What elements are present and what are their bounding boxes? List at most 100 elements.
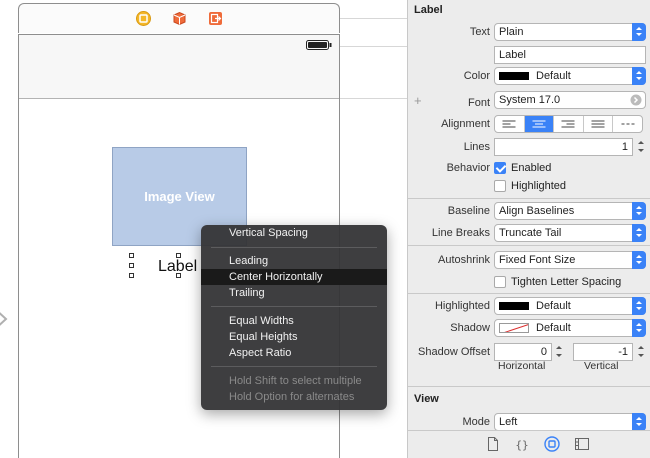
resize-handle[interactable]: [129, 253, 134, 258]
color-popup[interactable]: Default: [494, 67, 646, 85]
storyboard-canvas[interactable]: Image View Label Vertical Spacing Leadin…: [0, 0, 407, 458]
menu-item-vertical-spacing[interactable]: Vertical Spacing: [201, 225, 387, 241]
first-responder-icon[interactable]: [172, 11, 187, 26]
shadow-property-label: Shadow: [450, 322, 490, 334]
highlighted-color-value: Default: [536, 300, 571, 312]
image-view-caption: Image View: [144, 189, 215, 204]
menu-item-equal-heights[interactable]: Equal Heights: [201, 329, 387, 345]
text-property-label: Text: [469, 26, 490, 38]
constraint-context-menu: Vertical Spacing Leading Center Horizont…: [201, 225, 387, 410]
align-right-button[interactable]: [554, 116, 584, 132]
text-type-value: Plain: [499, 26, 524, 38]
status-navigation-bar: [19, 35, 339, 99]
shadow-color-value: Default: [536, 322, 571, 334]
exit-icon[interactable]: [208, 11, 223, 26]
view-controller-icon[interactable]: [136, 11, 151, 26]
resize-handle[interactable]: [129, 263, 134, 268]
shadow-color-popup[interactable]: Default: [494, 319, 646, 337]
text-value-field[interactable]: Label: [494, 46, 646, 64]
section-divider: [408, 198, 650, 199]
resize-handle[interactable]: [129, 273, 134, 278]
highlighted-checkbox-label: Highlighted: [511, 180, 567, 192]
menu-hint-shift: Hold Shift to select multiple: [229, 375, 362, 387]
svg-text:{}: {}: [515, 439, 528, 452]
align-justified-button[interactable]: [584, 116, 614, 132]
line-breaks-popup[interactable]: Truncate Tail: [494, 224, 646, 242]
alignment-property-label: Alignment: [441, 118, 490, 130]
shadow-offset-vertical-value: -1: [618, 346, 628, 358]
font-picker-icon[interactable]: [630, 94, 642, 106]
resize-handle[interactable]: [176, 273, 181, 278]
identity-inspector-icon[interactable]: [544, 436, 560, 452]
menu-item-equal-widths[interactable]: Equal Widths: [201, 313, 387, 329]
section-divider: [408, 293, 650, 294]
behavior-property-label: Behavior: [446, 162, 490, 174]
autoshrink-property-label: Autoshrink: [438, 254, 490, 266]
section-divider: [408, 245, 650, 246]
tighten-letter-spacing-label: Tighten Letter Spacing: [511, 276, 622, 288]
shadow-offset-horizontal-stepper[interactable]: [555, 343, 563, 361]
popup-arrows-icon: [632, 319, 646, 337]
shadow-offset-vertical-stepper[interactable]: [637, 343, 645, 361]
popup-arrows-icon: [632, 67, 646, 85]
shadow-offset-horizontal-field[interactable]: 0: [494, 343, 552, 361]
menu-separator: [211, 306, 377, 307]
mode-popup[interactable]: Left: [494, 413, 646, 431]
scene-dock: [18, 3, 340, 33]
lines-field[interactable]: 1: [494, 138, 633, 156]
align-natural-button[interactable]: [613, 116, 642, 132]
text-value: Label: [499, 49, 526, 61]
tighten-letter-spacing-checkbox[interactable]: [494, 276, 506, 288]
font-field[interactable]: System 17.0: [494, 91, 646, 109]
menu-separator: [211, 366, 377, 367]
menu-item-aspect-ratio[interactable]: Aspect Ratio: [201, 345, 387, 361]
popup-arrows-icon: [632, 413, 646, 431]
baseline-value: Align Baselines: [499, 205, 575, 217]
section-title-label: Label: [414, 4, 443, 16]
align-right-icon: [561, 120, 575, 128]
horizontal-label: Horizontal: [498, 360, 546, 372]
menu-item-center-horizontally[interactable]: Center Horizontally: [201, 269, 387, 285]
canvas-guide-line: [340, 98, 407, 99]
font-property-label: Font: [467, 97, 490, 109]
library-icon[interactable]: [574, 436, 590, 452]
mode-value: Left: [499, 416, 518, 428]
baseline-property-label: Baseline: [447, 205, 490, 217]
file-inspector-icon[interactable]: [485, 436, 501, 452]
enabled-checkbox[interactable]: [494, 162, 506, 174]
popup-arrows-icon: [632, 251, 646, 269]
align-center-icon: [532, 120, 546, 128]
align-center-button[interactable]: [524, 116, 555, 132]
quick-help-icon[interactable]: {}: [514, 436, 530, 452]
lines-stepper[interactable]: [637, 138, 645, 156]
menu-separator: [211, 247, 377, 248]
menu-item-trailing[interactable]: Trailing: [201, 285, 387, 301]
align-natural-icon: [621, 123, 635, 125]
color-value: Default: [536, 70, 571, 82]
shadow-offset-vertical-field[interactable]: -1: [573, 343, 633, 361]
align-left-icon: [502, 120, 516, 128]
entry-point-arrow-icon[interactable]: [0, 306, 16, 332]
attributes-inspector: Label Text Plain Label Color Default + F…: [407, 0, 650, 458]
text-type-popup[interactable]: Plain: [494, 23, 646, 41]
toolbar-divider: [408, 430, 650, 431]
align-left-button[interactable]: [495, 116, 525, 132]
baseline-popup[interactable]: Align Baselines: [494, 202, 646, 220]
highlighted-color-popup[interactable]: Default: [494, 297, 646, 315]
section-title-view: View: [414, 393, 439, 405]
highlighted-checkbox[interactable]: [494, 180, 506, 192]
popup-arrows-icon: [632, 202, 646, 220]
alignment-segmented-control: [494, 115, 643, 133]
battery-icon: [306, 40, 332, 50]
autoshrink-value: Fixed Font Size: [499, 254, 576, 266]
highlighted-color-swatch: [499, 302, 529, 311]
resize-handle[interactable]: [176, 253, 181, 258]
color-swatch: [499, 72, 529, 81]
font-value: System 17.0: [499, 94, 561, 106]
lines-value: 1: [621, 141, 628, 153]
menu-item-leading[interactable]: Leading: [201, 253, 387, 269]
color-property-label: Color: [463, 70, 490, 82]
autoshrink-popup[interactable]: Fixed Font Size: [494, 251, 646, 269]
shadow-color-swatch: [499, 323, 529, 334]
mode-property-label: Mode: [462, 416, 490, 428]
